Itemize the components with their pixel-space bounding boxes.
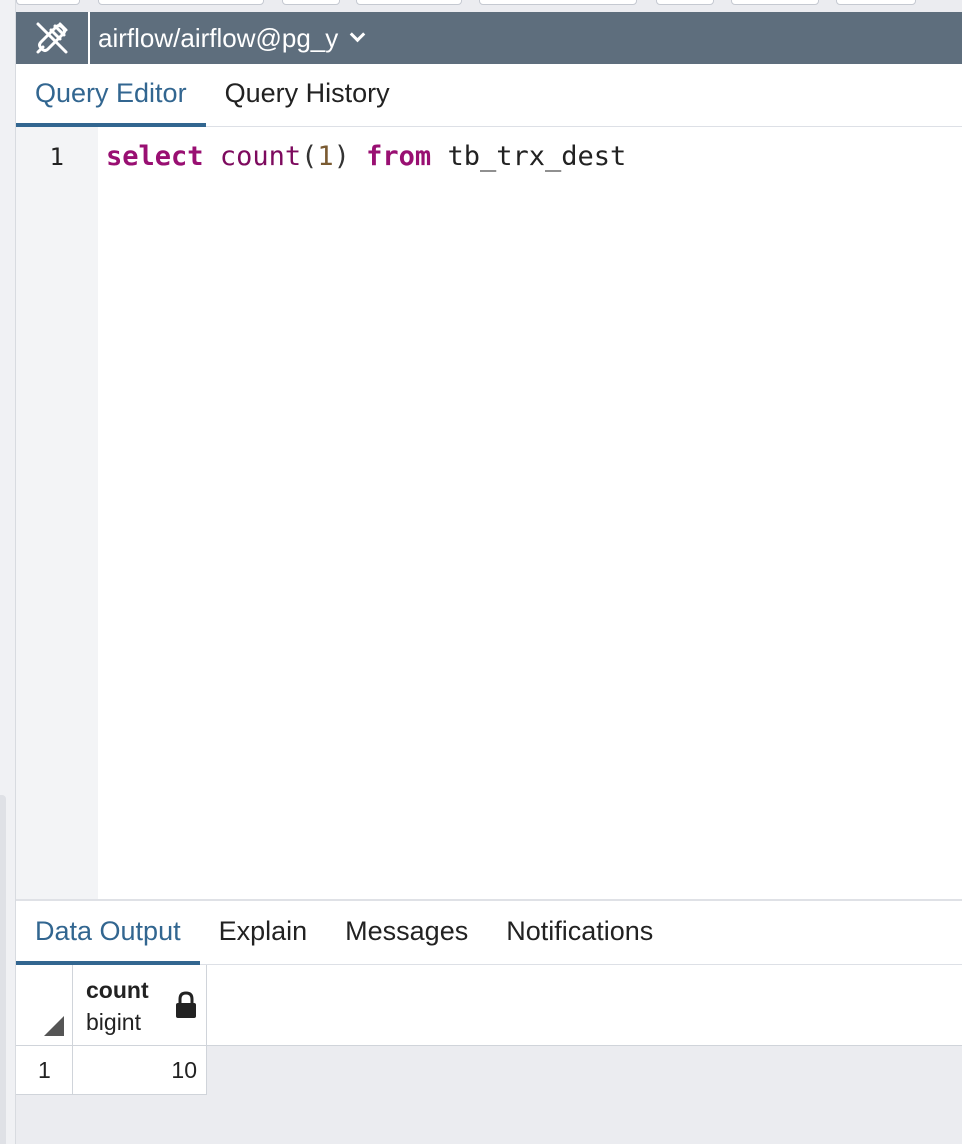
toolbar-button[interactable] [656, 0, 714, 5]
editor-tabs: Query Editor Query History [16, 64, 962, 127]
connection-selector[interactable]: airflow/airflow@pg_y [90, 22, 366, 54]
tab-explain[interactable]: Explain [200, 901, 327, 964]
identifier-token: tb_trx_dest [447, 141, 627, 172]
tab-messages[interactable]: Messages [326, 901, 487, 964]
toolbar-strip [16, 0, 962, 6]
keyword-token: select [106, 141, 204, 172]
column-name: count [86, 977, 149, 1003]
result-grid: count bigint 1 10 [16, 965, 962, 1144]
lock-icon [176, 991, 196, 1018]
output-tabs: Data Output Explain Messages Notificatio… [16, 901, 962, 965]
line-number: 1 [49, 143, 64, 171]
select-all-corner[interactable] [16, 965, 73, 1046]
app-root: airflow/airflow@pg_y Query Editor Query … [0, 0, 962, 1144]
row-number[interactable]: 1 [16, 1046, 73, 1094]
toolbar-button-group[interactable] [356, 0, 462, 5]
cell-count[interactable]: 10 [74, 1046, 207, 1094]
keyword-token: from [366, 141, 432, 172]
chevron-down-icon [349, 26, 366, 43]
connection-status-button[interactable] [16, 12, 90, 64]
toolbar-button-group[interactable] [98, 0, 264, 5]
paren-token: ) [333, 141, 350, 172]
toolbar-button[interactable] [16, 0, 80, 5]
line-number-gutter: 1 [16, 127, 98, 899]
sql-editor[interactable]: 1 select count(1) from tb_trx_dest [16, 127, 962, 899]
connection-label: airflow/airflow@pg_y [98, 22, 339, 53]
left-panel-resize-handle[interactable] [0, 795, 6, 1144]
toolbar-button-group[interactable] [479, 0, 637, 5]
paren-token: ( [301, 141, 318, 172]
tab-data-output[interactable]: Data Output [16, 901, 200, 965]
tab-query-history[interactable]: Query History [206, 64, 409, 126]
disconnected-plug-icon [36, 22, 68, 54]
code-line[interactable]: select count(1) from tb_trx_dest [106, 141, 626, 172]
toolbar-button[interactable] [731, 0, 819, 5]
connection-bar: airflow/airflow@pg_y [16, 12, 962, 64]
toolbar-button[interactable] [836, 0, 916, 5]
table-row[interactable]: 1 10 [16, 1046, 207, 1095]
function-token: count [219, 141, 302, 172]
tab-query-editor[interactable]: Query Editor [16, 64, 206, 127]
toolbar-button[interactable] [282, 0, 340, 5]
column-type: bigint [86, 1009, 141, 1035]
corner-triangle-icon [44, 1016, 64, 1036]
column-header-count[interactable]: count bigint [74, 965, 207, 1046]
tab-notifications[interactable]: Notifications [487, 901, 672, 964]
number-token: 1 [317, 141, 334, 172]
grid-header: count bigint [16, 965, 962, 1046]
